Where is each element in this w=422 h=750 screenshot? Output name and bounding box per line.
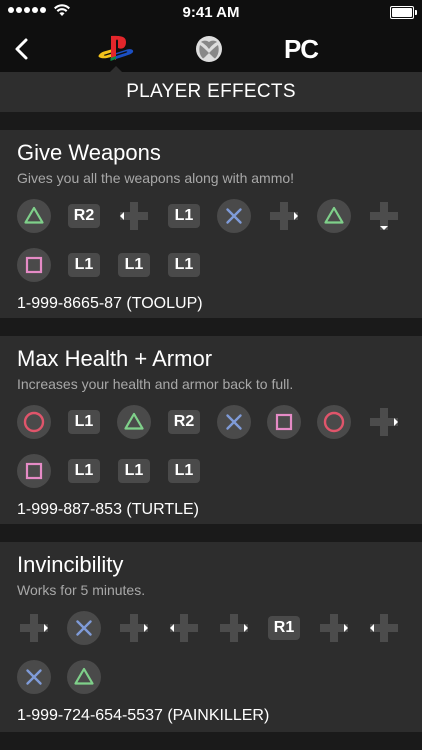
button-label: L1 xyxy=(168,204,200,228)
cheat-description: Increases your health and armor back to … xyxy=(17,376,294,392)
r2-button-icon: R2 xyxy=(67,199,101,233)
l1-button-icon: L1 xyxy=(117,248,151,282)
r1-button-icon: R1 xyxy=(267,611,301,645)
button-sequence-row xyxy=(17,660,422,694)
back-chevron-icon[interactable] xyxy=(8,34,38,64)
cross-button-icon xyxy=(17,660,51,694)
cheat-card[interactable]: Max Health + Armor Increases your health… xyxy=(0,336,422,524)
cross-button-icon xyxy=(217,405,251,439)
cross-button-icon xyxy=(67,611,101,645)
selected-platform-indicator xyxy=(109,66,123,73)
button-label: L1 xyxy=(168,459,200,483)
button-label: L1 xyxy=(68,253,100,277)
dpad-right-icon xyxy=(317,611,351,645)
cheat-title: Give Weapons xyxy=(17,140,161,165)
dpad-right-icon xyxy=(17,611,51,645)
status-time: 9:41 AM xyxy=(182,4,240,21)
r2-button-icon: R2 xyxy=(167,405,201,439)
triangle-button-icon xyxy=(317,199,351,233)
button-label: L1 xyxy=(68,459,100,483)
button-label: R2 xyxy=(168,410,200,434)
cheat-card[interactable]: Invincibility Works for 5 minutes. R1 1-… xyxy=(0,542,422,732)
nav-bar: PC xyxy=(0,26,422,73)
pc-tab[interactable]: PC xyxy=(276,32,326,66)
button-sequence-row: R1 xyxy=(17,611,422,645)
button-label: L1 xyxy=(118,253,150,277)
l1-button-icon: L1 xyxy=(167,199,201,233)
button-label: L1 xyxy=(168,253,200,277)
l1-button-icon: L1 xyxy=(117,454,151,488)
cheat-phone-code: 1-999-724-654-5537 (PAINKILLER) xyxy=(17,707,270,724)
square-button-icon xyxy=(17,248,51,282)
dpad-left-icon xyxy=(117,199,151,233)
dpad-right-icon xyxy=(367,405,401,439)
triangle-button-icon xyxy=(17,199,51,233)
cheat-phone-code: 1-999-8665-87 (TOOLUP) xyxy=(17,295,203,312)
button-sequence-row: R2 L1 xyxy=(17,199,422,233)
xbox-logo-icon xyxy=(196,36,222,62)
status-bar: 9:41 AM xyxy=(0,0,422,26)
l1-button-icon: L1 xyxy=(167,454,201,488)
dpad-right-icon xyxy=(267,199,301,233)
button-sequence-row: L1 L1 L1 xyxy=(17,454,422,488)
button-label: L1 xyxy=(68,410,100,434)
button-sequence-row: L1 R2 xyxy=(17,405,422,439)
dpad-right-icon xyxy=(117,611,151,645)
l1-button-icon: L1 xyxy=(67,405,101,439)
cross-button-icon xyxy=(217,199,251,233)
l1-button-icon: L1 xyxy=(167,248,201,282)
button-sequence-row: L1 L1 L1 xyxy=(17,248,422,282)
square-button-icon xyxy=(267,405,301,439)
cheat-description: Gives you all the weapons along with amm… xyxy=(17,170,295,186)
dpad-down-icon xyxy=(367,199,401,233)
dpad-left-icon xyxy=(367,611,401,645)
cheat-description: Works for 5 minutes. xyxy=(17,582,146,598)
triangle-button-icon xyxy=(67,660,101,694)
button-label: L1 xyxy=(118,459,150,483)
dpad-right-icon xyxy=(217,611,251,645)
button-label: R2 xyxy=(68,204,100,228)
l1-button-icon: L1 xyxy=(67,454,101,488)
cheat-phone-code: 1-999-887-853 (TURTLE) xyxy=(17,501,200,518)
section-title: PLAYER EFFECTS xyxy=(0,72,422,112)
button-label: R1 xyxy=(268,616,300,640)
xbox-tab[interactable] xyxy=(192,32,226,66)
square-button-icon xyxy=(17,454,51,488)
circle-button-icon xyxy=(17,405,51,439)
l1-button-icon: L1 xyxy=(67,248,101,282)
cheat-title: Invincibility xyxy=(17,552,124,577)
playstation-tab[interactable] xyxy=(96,32,136,66)
playstation-logo-icon xyxy=(98,35,134,61)
dpad-left-icon xyxy=(167,611,201,645)
cheat-card[interactable]: Give Weapons Gives you all the weapons a… xyxy=(0,130,422,318)
battery-icon xyxy=(390,6,417,19)
triangle-button-icon xyxy=(117,405,151,439)
circle-button-icon xyxy=(317,405,351,439)
cheat-title: Max Health + Armor xyxy=(17,346,213,371)
